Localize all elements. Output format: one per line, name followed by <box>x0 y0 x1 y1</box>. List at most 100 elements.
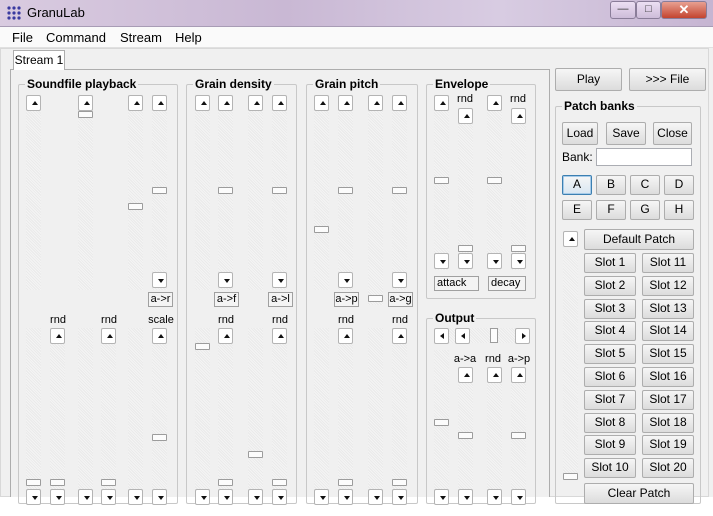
slider-out-a-a[interactable] <box>458 367 473 505</box>
slider-gd-3[interactable] <box>248 95 263 290</box>
slider-env-1[interactable] <box>434 95 449 270</box>
down-arrow-icon[interactable] <box>50 489 65 505</box>
slider-env-rnd-1[interactable] <box>458 108 473 270</box>
slider-thumb[interactable] <box>392 187 407 194</box>
up-arrow-icon[interactable] <box>50 328 65 344</box>
bank-name-input[interactable] <box>596 148 692 166</box>
slider-thumb[interactable] <box>368 295 383 302</box>
up-arrow-icon[interactable] <box>458 108 473 124</box>
up-arrow-icon[interactable] <box>392 328 407 344</box>
default-patch-button[interactable]: Default Patch <box>584 229 694 250</box>
down-arrow-icon[interactable] <box>78 489 93 505</box>
slider-gp-rnd-1[interactable] <box>338 328 353 505</box>
slider-gp-6[interactable] <box>368 328 383 505</box>
slider-thumb[interactable] <box>78 111 93 118</box>
clear-patch-button[interactable]: Clear Patch <box>584 483 694 504</box>
up-arrow-icon[interactable] <box>128 95 143 111</box>
up-arrow-icon[interactable] <box>487 95 502 111</box>
slot-button-7[interactable]: Slot 7 <box>584 389 636 410</box>
slider-gd-4[interactable] <box>272 95 287 290</box>
up-arrow-icon[interactable] <box>392 95 407 111</box>
slider-gp-1[interactable] <box>314 95 329 290</box>
bank-button-c[interactable]: C <box>630 175 660 195</box>
up-arrow-icon[interactable] <box>101 328 116 344</box>
right-arrow-icon[interactable] <box>515 328 530 344</box>
slot-button-4[interactable]: Slot 4 <box>584 321 636 342</box>
mode-a-r[interactable]: a->r <box>148 292 173 307</box>
down-arrow-icon[interactable] <box>195 489 210 505</box>
down-arrow-icon[interactable] <box>101 489 116 505</box>
close-button[interactable]: Close <box>653 122 692 145</box>
slider-sf-4[interactable] <box>152 95 167 290</box>
slot-button-19[interactable]: Slot 19 <box>642 435 694 456</box>
slider-thumb[interactable] <box>511 245 526 252</box>
slot-button-12[interactable]: Slot 12 <box>642 275 694 296</box>
down-arrow-icon[interactable] <box>511 253 526 269</box>
slider-thumb[interactable] <box>272 187 287 194</box>
bank-button-a[interactable]: A <box>562 175 592 195</box>
up-arrow-icon[interactable] <box>458 367 473 383</box>
up-arrow-icon[interactable] <box>314 95 329 111</box>
slot-button-15[interactable]: Slot 15 <box>642 344 694 365</box>
down-arrow-icon[interactable] <box>458 489 473 505</box>
slider-gd-rnd-2[interactable] <box>272 328 287 505</box>
slot-button-14[interactable]: Slot 14 <box>642 321 694 342</box>
menu-file[interactable]: File <box>12 30 33 45</box>
slider-sf-6[interactable] <box>78 328 93 505</box>
up-arrow-icon[interactable] <box>434 95 449 111</box>
slider-thumb[interactable] <box>26 479 41 486</box>
slider-sf-1[interactable] <box>26 95 41 290</box>
save-button[interactable]: Save <box>606 122 646 145</box>
up-arrow-icon[interactable] <box>511 108 526 124</box>
down-arrow-icon[interactable] <box>487 489 502 505</box>
down-arrow-icon[interactable] <box>458 253 473 269</box>
up-arrow-icon[interactable] <box>26 95 41 111</box>
slider-sf-scale[interactable] <box>152 328 167 505</box>
slot-button-5[interactable]: Slot 5 <box>584 344 636 365</box>
tab-stream-1[interactable]: Stream 1 <box>13 50 65 70</box>
mode-a-p[interactable]: a->p <box>334 292 359 307</box>
slider-gp-4[interactable] <box>392 95 407 290</box>
slider-sf-7[interactable] <box>128 328 143 505</box>
slider-thumb[interactable] <box>458 432 473 439</box>
up-arrow-icon[interactable] <box>195 95 210 111</box>
down-arrow-icon[interactable] <box>511 489 526 505</box>
slot-button-13[interactable]: Slot 13 <box>642 298 694 319</box>
down-arrow-icon[interactable] <box>434 489 449 505</box>
maximize-button[interactable]: □ <box>636 1 661 19</box>
output-pan-slider[interactable] <box>434 328 530 344</box>
slider-gd-5[interactable] <box>195 328 210 505</box>
up-arrow-icon[interactable] <box>338 95 353 111</box>
down-arrow-icon[interactable] <box>338 272 353 288</box>
slot-button-17[interactable]: Slot 17 <box>642 389 694 410</box>
down-arrow-icon[interactable] <box>152 272 167 288</box>
slot-button-20[interactable]: Slot 20 <box>642 458 694 479</box>
slot-button-9[interactable]: Slot 9 <box>584 435 636 456</box>
down-arrow-icon[interactable] <box>272 489 287 505</box>
slider-thumb[interactable] <box>511 432 526 439</box>
up-arrow-icon[interactable] <box>152 328 167 344</box>
close-window-button[interactable]: ✕ <box>661 1 707 19</box>
down-arrow-icon[interactable] <box>248 489 263 505</box>
down-arrow-icon[interactable] <box>152 489 167 505</box>
slider-thumb[interactable] <box>195 343 210 350</box>
down-arrow-icon[interactable] <box>218 489 233 505</box>
slot-button-11[interactable]: Slot 11 <box>642 253 694 273</box>
menu-help[interactable]: Help <box>175 30 202 45</box>
menu-stream[interactable]: Stream <box>120 30 162 45</box>
left-arrow-icon[interactable] <box>455 328 470 344</box>
slot-button-16[interactable]: Slot 16 <box>642 367 694 387</box>
bank-button-b[interactable]: B <box>596 175 626 195</box>
mode-a-f[interactable]: a->f <box>214 292 239 307</box>
slider-thumb[interactable] <box>50 479 65 486</box>
slider-thumb[interactable] <box>338 479 353 486</box>
slider-gp-5[interactable] <box>314 328 329 505</box>
slider-gd-6[interactable] <box>248 328 263 505</box>
slider-gp-3[interactable] <box>368 95 383 305</box>
up-arrow-icon[interactable] <box>152 95 167 111</box>
slider-thumb[interactable] <box>218 479 233 486</box>
slot-button-1[interactable]: Slot 1 <box>584 253 636 273</box>
down-arrow-icon[interactable] <box>26 489 41 505</box>
up-arrow-icon[interactable] <box>272 328 287 344</box>
menu-command[interactable]: Command <box>46 30 106 45</box>
